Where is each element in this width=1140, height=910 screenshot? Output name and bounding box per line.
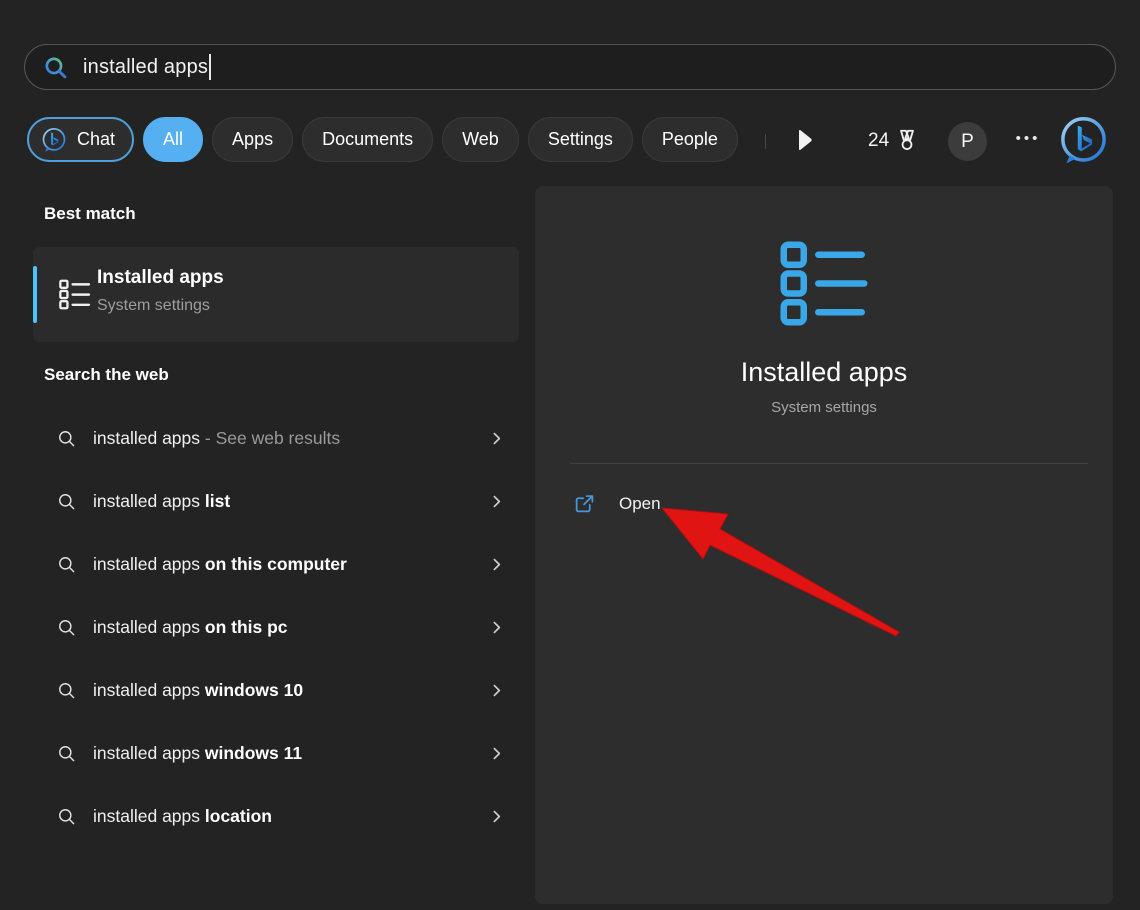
selection-accent-bar	[33, 266, 37, 323]
avatar-initial: P	[961, 131, 974, 153]
installed-apps-icon	[59, 279, 91, 310]
chevron-right-icon[interactable]	[488, 556, 505, 573]
filter-tab-settings[interactable]: Settings	[528, 117, 633, 162]
filter-tab-web[interactable]: Web	[442, 117, 519, 162]
suggestion-text: installed apps windows 11	[93, 743, 488, 764]
best-match-title: Installed apps	[97, 267, 224, 289]
best-match-subtitle: System settings	[97, 297, 210, 315]
chevron-right-icon[interactable]	[488, 745, 505, 762]
user-avatar[interactable]: P	[948, 122, 987, 161]
search-input[interactable]: installed apps	[24, 44, 1116, 90]
search-icon	[57, 807, 76, 826]
preview-panel: Installed apps System settings Open	[535, 186, 1113, 904]
rewards-medal-icon	[894, 127, 920, 154]
web-suggestion-row[interactable]: installed apps location	[33, 785, 519, 848]
open-label: Open	[619, 494, 661, 514]
web-suggestion-row[interactable]: installed apps - See web results	[33, 407, 519, 470]
search-icon	[57, 744, 76, 763]
chevron-right-icon[interactable]	[488, 493, 505, 510]
search-icon	[57, 681, 76, 700]
filter-tab-chat[interactable]: Chat	[27, 117, 134, 162]
chevron-right-icon[interactable]	[488, 682, 505, 699]
filter-tab-people[interactable]: People	[642, 117, 738, 162]
bing-logo-icon[interactable]	[1056, 113, 1111, 168]
filter-tab-all[interactable]: All	[143, 117, 203, 162]
filter-tab-apps[interactable]: Apps	[212, 117, 293, 162]
suggestion-text: installed apps - See web results	[93, 428, 488, 449]
search-query-text: installed apps	[83, 56, 208, 79]
panel-divider	[570, 463, 1088, 464]
chevron-right-icon[interactable]	[488, 808, 505, 825]
preview-title: Installed apps	[535, 357, 1113, 388]
search-icon	[57, 618, 76, 637]
search-the-web-heading: Search the web	[44, 365, 169, 385]
bing-chat-icon	[40, 126, 68, 154]
best-match-heading: Best match	[44, 204, 136, 224]
filter-tab-documents[interactable]: Documents	[302, 117, 433, 162]
text-caret	[209, 54, 211, 80]
web-suggestion-row[interactable]: installed apps windows 11	[33, 722, 519, 785]
chips-separator	[765, 134, 766, 149]
chevron-right-icon[interactable]	[488, 619, 505, 636]
rewards-indicator[interactable]: 24	[868, 127, 920, 154]
web-suggestion-row[interactable]: installed apps on this computer	[33, 533, 519, 596]
windows-search-flyout: installed apps Chat AllAppsDocumentsWebS…	[0, 0, 1140, 910]
rewards-count: 24	[868, 130, 889, 152]
best-match-result[interactable]: Installed apps System settings	[33, 247, 519, 342]
web-suggestion-row[interactable]: installed apps list	[33, 470, 519, 533]
search-icon	[43, 55, 68, 80]
suggestion-text: installed apps windows 10	[93, 680, 488, 701]
more-options-button[interactable]: •••	[1008, 130, 1048, 147]
chevron-right-icon[interactable]	[488, 430, 505, 447]
open-external-icon	[574, 493, 595, 514]
web-suggestions-list: installed apps - See web results install…	[33, 407, 519, 848]
installed-apps-preview-icon	[779, 241, 871, 326]
expand-chips-icon[interactable]	[797, 128, 813, 152]
web-suggestion-row[interactable]: installed apps on this pc	[33, 596, 519, 659]
search-icon	[57, 429, 76, 448]
web-suggestion-row[interactable]: installed apps windows 10	[33, 659, 519, 722]
preview-subtitle: System settings	[535, 399, 1113, 416]
suggestion-text: installed apps on this pc	[93, 617, 488, 638]
suggestion-text: installed apps on this computer	[93, 554, 488, 575]
open-action[interactable]: Open	[574, 493, 661, 514]
filter-tab-chat-label: Chat	[77, 129, 115, 150]
suggestion-text: installed apps location	[93, 806, 488, 827]
search-icon	[57, 492, 76, 511]
suggestion-text: installed apps list	[93, 491, 488, 512]
search-icon	[57, 555, 76, 574]
filter-tabs: Chat AllAppsDocumentsWebSettingsPeople	[27, 117, 738, 162]
